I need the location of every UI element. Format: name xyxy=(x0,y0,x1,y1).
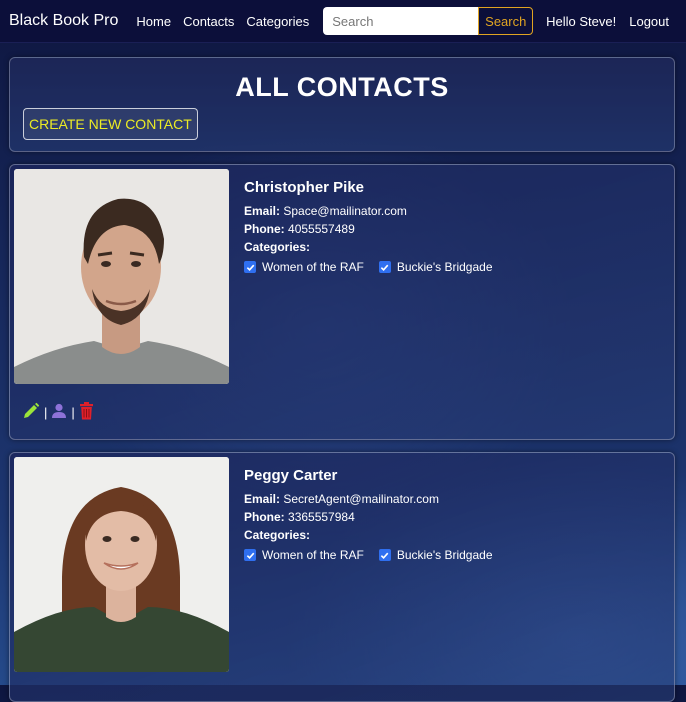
category-label: Buckie's Bridgade xyxy=(396,260,493,274)
category-label: Women of the RAF xyxy=(262,548,364,562)
contact-info: Christopher Pike Email: Space@mailinator… xyxy=(244,179,508,274)
header-card: ALL CONTACTS CREATE NEW CONTACT xyxy=(9,57,675,152)
search-input[interactable] xyxy=(323,7,479,35)
trash-icon[interactable] xyxy=(79,402,94,423)
user-greeting: Hello Steve! xyxy=(546,13,617,29)
checkbox-checked-icon[interactable] xyxy=(244,549,256,561)
action-separator: | xyxy=(44,405,48,420)
categories-label: Categories: xyxy=(244,240,508,254)
category-item[interactable]: Women of the RAF xyxy=(244,548,364,562)
contact-info: Peggy Carter Email: SecretAgent@mailinat… xyxy=(244,467,508,562)
category-list: Women of the RAF Buckie's Bridgade xyxy=(244,260,508,274)
checkbox-checked-icon[interactable] xyxy=(378,549,391,561)
create-contact-button[interactable]: CREATE NEW CONTACT xyxy=(23,108,198,140)
category-item[interactable]: Women of the RAF xyxy=(244,260,364,274)
nav-link-contacts[interactable]: Contacts xyxy=(183,14,234,29)
nav-link-categories[interactable]: Categories xyxy=(246,14,309,29)
categories-label-text: Categories: xyxy=(244,240,311,254)
brand-link[interactable]: Black Book Pro xyxy=(9,12,118,30)
category-item[interactable]: Buckie's Bridgade xyxy=(378,260,493,274)
contact-card: Christopher Pike Email: Space@mailinator… xyxy=(9,164,675,440)
nav-link-home[interactable]: Home xyxy=(136,14,171,29)
contact-email-row: Email: Space@mailinator.com xyxy=(244,204,508,218)
phone-label: Phone: xyxy=(244,222,285,236)
search-button[interactable]: Search xyxy=(478,7,534,35)
phone-label: Phone: xyxy=(244,510,285,524)
pencil-icon[interactable] xyxy=(22,402,40,423)
contact-card: Peggy Carter Email: SecretAgent@mailinat… xyxy=(9,452,675,702)
contact-email-row: Email: SecretAgent@mailinator.com xyxy=(244,492,508,506)
contact-photo xyxy=(14,457,229,672)
nav-right: Hello Steve! Logout xyxy=(546,14,677,29)
person-icon[interactable] xyxy=(51,403,67,422)
contact-email: SecretAgent@mailinator.com xyxy=(283,492,439,506)
page-title: ALL CONTACTS xyxy=(235,72,449,102)
navbar: Black Book Pro Home Contacts Categories … xyxy=(0,0,686,43)
contact-photo xyxy=(14,169,229,384)
contact-name: Christopher Pike xyxy=(244,179,365,196)
category-list: Women of the RAF Buckie's Bridgade xyxy=(244,548,508,562)
contact-name: Peggy Carter xyxy=(244,467,338,484)
checkbox-checked-icon[interactable] xyxy=(244,261,256,273)
contact-phone-row: Phone: 4055557489 xyxy=(244,222,508,236)
contact-actions: | | xyxy=(22,402,94,423)
search-form: Search xyxy=(323,7,534,35)
contact-email: Space@mailinator.com xyxy=(283,204,407,218)
contact-phone-row: Phone: 3365557984 xyxy=(244,510,508,524)
categories-label: Categories: xyxy=(244,528,508,542)
checkbox-checked-icon[interactable] xyxy=(378,261,391,273)
category-label: Buckie's Bridgade xyxy=(396,548,493,562)
logout-link[interactable]: Logout xyxy=(629,14,669,29)
categories-label-text: Categories: xyxy=(244,528,311,542)
email-label: Email: xyxy=(244,204,281,218)
contact-phone: 4055557489 xyxy=(288,222,355,236)
category-item[interactable]: Buckie's Bridgade xyxy=(378,548,493,562)
category-label: Women of the RAF xyxy=(262,260,364,274)
action-separator: | xyxy=(71,405,75,420)
email-label: Email: xyxy=(244,492,281,506)
contact-phone: 3365557984 xyxy=(288,510,355,524)
